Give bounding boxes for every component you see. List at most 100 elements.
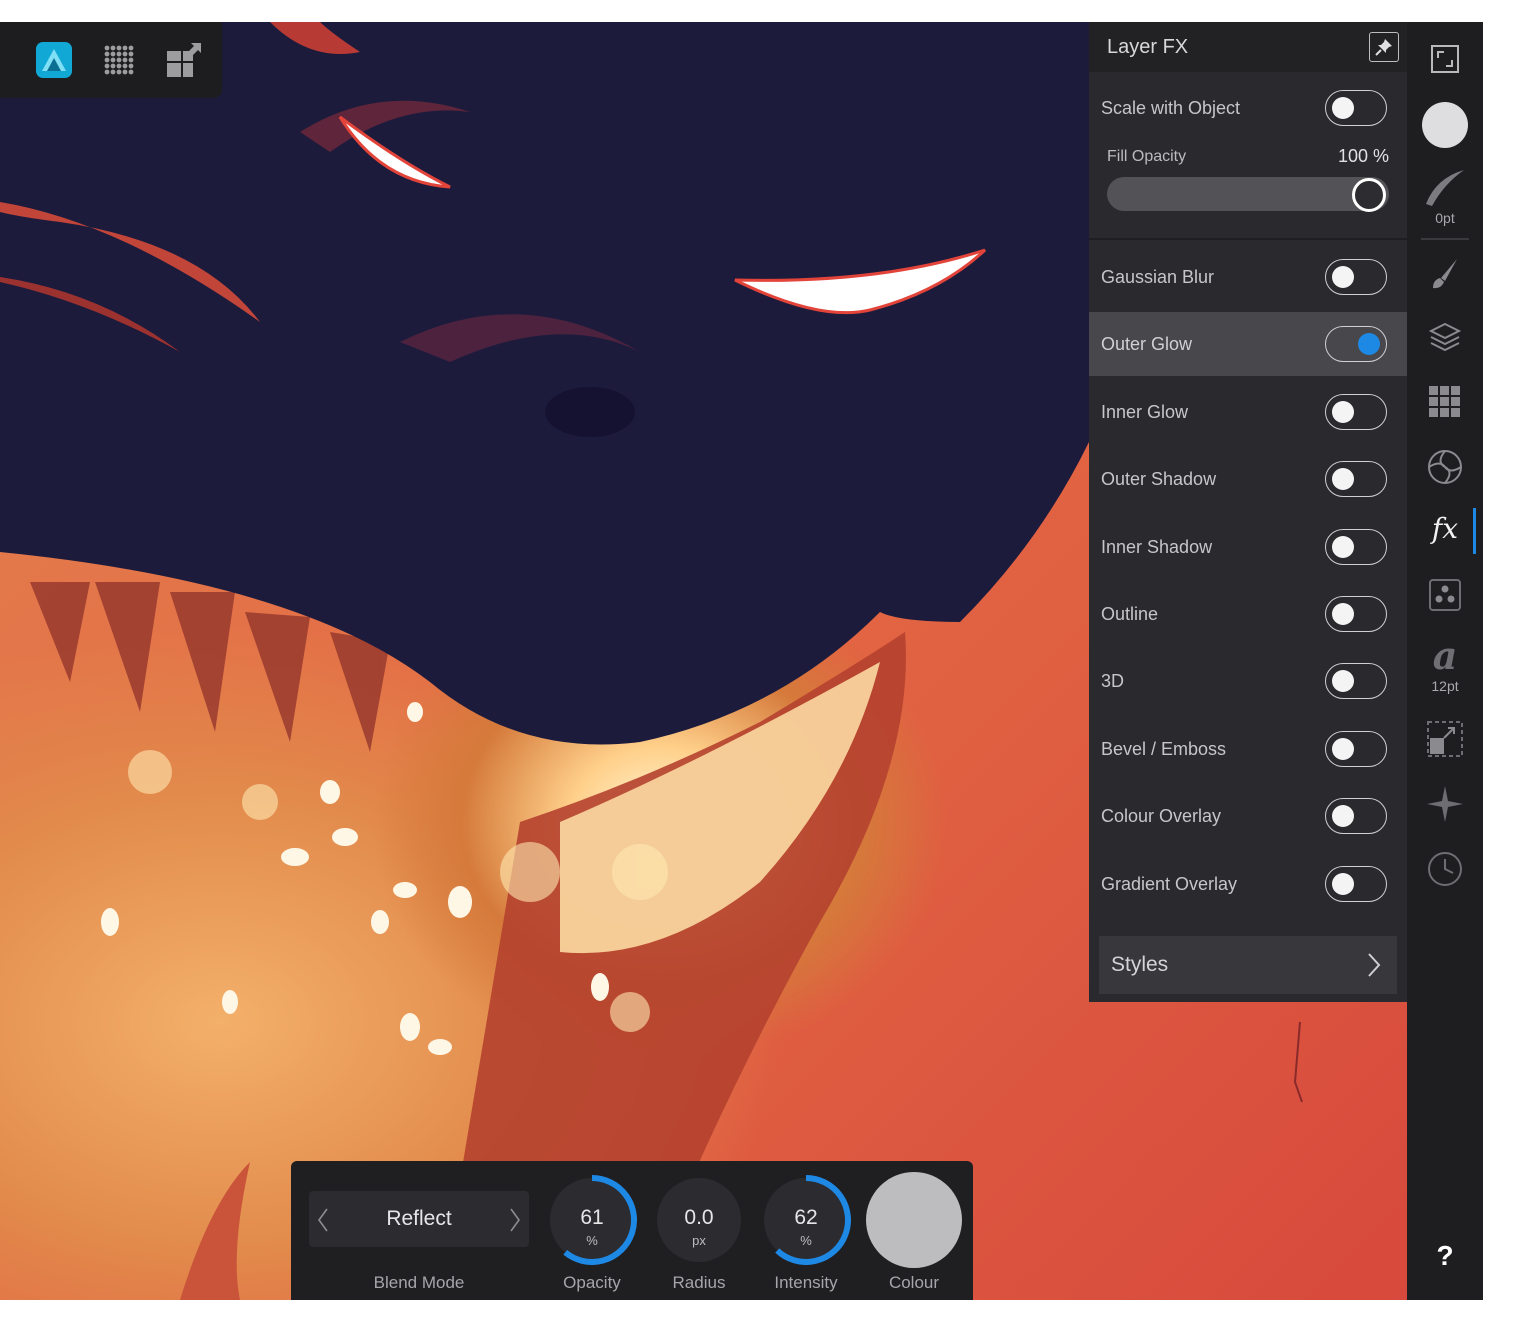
app-logo-icon[interactable] [32, 38, 76, 82]
effect-row[interactable]: Inner Shadow [1089, 515, 1407, 579]
blend-mode-selector[interactable]: Reflect [309, 1191, 529, 1247]
swatches-studio-button[interactable] [1407, 384, 1483, 420]
effect-row[interactable]: Gaussian Blur [1089, 245, 1407, 309]
panel-title: Layer FX [1107, 35, 1189, 58]
effect-label: 3D [1101, 670, 1125, 691]
transform-studio-button[interactable] [1407, 720, 1483, 758]
pin-icon [1375, 39, 1392, 56]
radius-dial[interactable]: 0.0 px [654, 1175, 744, 1265]
fullscreen-icon [1431, 45, 1459, 73]
effect-label: Inner Shadow [1101, 536, 1213, 557]
context-toolbar: Reflect Blend Mode 61 % Opacity 0.0 px R… [291, 1161, 973, 1300]
opacity-caption: Opacity [563, 1273, 621, 1292]
active-studio-indicator [1473, 508, 1476, 554]
effect-toggle[interactable] [1325, 326, 1387, 362]
scale-with-object-label: Scale with Object [1101, 97, 1241, 118]
opacity-dial[interactable]: 61 % [547, 1175, 637, 1265]
layers-studio-button[interactable] [1407, 320, 1483, 356]
toggle-knob [1332, 401, 1354, 423]
effect-toggle[interactable] [1325, 461, 1387, 497]
effect-toggle[interactable] [1325, 394, 1387, 430]
chevron-right-icon [1368, 953, 1381, 977]
brush-icon [1433, 259, 1457, 289]
panel-header: Layer FX [1089, 22, 1407, 72]
fullscreen-button[interactable] [1407, 44, 1483, 74]
app-toolbar [0, 22, 222, 98]
grid-dots-icon[interactable] [97, 38, 141, 82]
colour-wheel-icon [1428, 450, 1462, 484]
fx-icon: fx [1431, 512, 1459, 545]
toggle-knob [1332, 266, 1354, 288]
effect-label: Outline [1101, 603, 1159, 624]
opacity-value: 61 [580, 1206, 604, 1229]
effect-row[interactable]: Outline [1089, 582, 1407, 646]
effect-toggle[interactable] [1325, 596, 1387, 632]
brushes-studio-button[interactable] [1407, 256, 1483, 292]
toggle-knob [1332, 873, 1354, 895]
fill-colour-swatch-icon [1422, 102, 1468, 148]
navigator-compass-icon [1427, 786, 1463, 822]
radius-value: 0.0 [684, 1206, 714, 1229]
fill-opacity-slider[interactable] [1107, 177, 1389, 212]
history-studio-button[interactable] [1407, 850, 1483, 888]
effect-toggle[interactable] [1325, 798, 1387, 834]
blend-mode-value: Reflect [386, 1207, 452, 1230]
export-persona-icon[interactable] [161, 38, 205, 82]
right-toolbar: 0pt fx a 12pt ? [1407, 22, 1483, 1300]
intensity-dial[interactable]: 62 % [761, 1175, 851, 1265]
colour-swatch[interactable] [866, 1172, 962, 1268]
fill-opacity-value: 100 % [1337, 146, 1389, 166]
effect-row[interactable]: Gradient Overlay [1089, 852, 1407, 916]
colour-studio-button[interactable] [1407, 448, 1483, 486]
toolbar-separator [1421, 238, 1469, 240]
effect-label: Gradient Overlay [1101, 873, 1238, 894]
fill-colour-button[interactable] [1407, 102, 1483, 148]
toggle-knob [1332, 670, 1354, 692]
stroke-button[interactable]: 0pt [1407, 168, 1483, 226]
effect-toggle[interactable] [1325, 529, 1387, 565]
layers-icon [1428, 322, 1462, 352]
chevron-right-icon[interactable] [509, 1207, 521, 1233]
toggle-knob [1332, 805, 1354, 827]
history-clock-icon [1428, 852, 1462, 886]
fill-opacity-slider-thumb[interactable] [1352, 178, 1386, 212]
effect-toggle[interactable] [1325, 866, 1387, 902]
stroke-width-caption: 0pt [1435, 210, 1455, 226]
fill-opacity-label: Fill Opacity [1107, 148, 1187, 165]
layer-fx-panel: Layer FX Scale with Object Fill Opacity … [1089, 22, 1407, 1002]
toggle-knob [1332, 536, 1354, 558]
styles-button[interactable]: Styles [1099, 936, 1397, 994]
toggle-knob [1358, 333, 1380, 355]
radius-caption: Radius [672, 1273, 726, 1292]
effect-toggle[interactable] [1325, 259, 1387, 295]
colour-caption: Colour [888, 1273, 940, 1292]
fx-studio-button[interactable]: fx [1407, 512, 1483, 545]
text-studio-button[interactable]: a 12pt [1407, 636, 1483, 695]
effect-label: Inner Glow [1101, 401, 1189, 422]
transform-icon [1427, 721, 1463, 757]
scale-with-object-toggle[interactable] [1325, 90, 1387, 126]
stroke-brush-icon [1426, 170, 1464, 206]
radius-unit: px [692, 1233, 706, 1248]
navigator-studio-button[interactable] [1407, 784, 1483, 824]
blend-mode-caption: Blend Mode [373, 1273, 465, 1292]
swatches-grid-icon [1429, 386, 1460, 417]
pin-button[interactable] [1369, 32, 1399, 62]
toggle-knob [1332, 738, 1354, 760]
effect-toggle[interactable] [1325, 663, 1387, 699]
help-button[interactable]: ? [1407, 1240, 1483, 1272]
effect-row[interactable]: Outer Glow [1089, 312, 1407, 376]
effect-toggle[interactable] [1325, 731, 1387, 767]
effect-label: Bevel / Emboss [1101, 738, 1227, 759]
effect-row[interactable]: 3D [1089, 649, 1407, 713]
effect-row[interactable]: Colour Overlay [1089, 784, 1407, 848]
effect-row[interactable]: Bevel / Emboss [1089, 717, 1407, 781]
intensity-unit: % [800, 1233, 812, 1248]
assets-icon [1429, 579, 1461, 611]
effect-label: Outer Glow [1101, 333, 1193, 354]
effect-label: Gaussian Blur [1101, 266, 1215, 287]
assets-studio-button[interactable] [1407, 578, 1483, 612]
effect-row[interactable]: Outer Shadow [1089, 447, 1407, 511]
effect-row[interactable]: Inner Glow [1089, 380, 1407, 444]
scale-with-object-row: Scale with Object [1089, 76, 1407, 140]
